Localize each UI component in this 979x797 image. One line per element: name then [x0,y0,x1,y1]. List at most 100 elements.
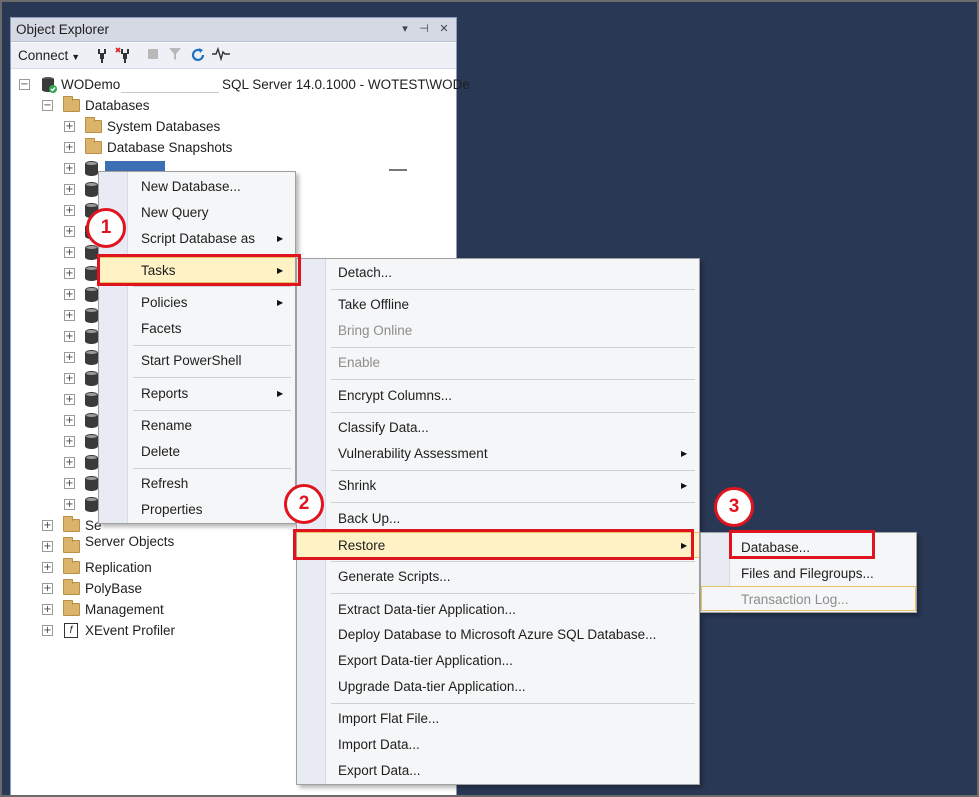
menu-separator [133,410,291,411]
expand-icon[interactable]: + [64,163,75,174]
menu-item-import-data[interactable]: Import Data... [297,732,699,758]
expand-icon[interactable]: + [42,520,53,531]
menu-item-transaction-log: Transaction Log... [701,586,916,611]
object-explorer-title: Object Explorer [16,22,110,37]
tree-node-user-database[interactable]: + [11,179,101,200]
menu-item-facets[interactable]: Facets [99,316,295,342]
expand-icon[interactable]: + [64,499,75,510]
menu-item-label: Export Data-tier Application... [338,653,513,668]
menu-item-label: Detach... [338,265,393,280]
close-icon[interactable]: ✕ [437,21,451,37]
stop-icon[interactable] [144,47,162,65]
menu-item-label: Encrypt Columns... [338,388,453,403]
expand-icon[interactable]: + [42,604,53,615]
folder-icon [63,579,80,595]
menu-item-deploy-azure[interactable]: Deploy Database to Microsoft Azure SQL D… [297,622,699,648]
disconnect-icon[interactable] [115,47,133,65]
folder-icon [85,138,102,154]
tree-node-user-database[interactable]: + [11,494,101,515]
folder-icon [63,537,80,553]
window-position-dropdown-icon[interactable]: ▾ [398,21,412,37]
tree-node-user-database[interactable]: + [11,305,101,326]
menu-item-take-offline[interactable]: Take Offline [297,292,699,318]
tree-node-user-database[interactable]: + [11,473,101,494]
menu-item-encrypt-columns[interactable]: Encrypt Columns... [297,383,699,409]
activity-monitor-icon[interactable] [212,46,230,65]
menu-item-generate-scripts[interactable]: Generate Scripts... [297,564,699,590]
menu-item-new-database[interactable]: New Database... [99,174,295,200]
tree-node-server[interactable]: − WODemo SQL Server 14.0.1000 - WOTEST\W… [11,74,470,95]
menu-item-files-filegroups[interactable]: Files and Filegroups... [701,561,916,587]
menu-item-export-data[interactable]: Export Data... [297,758,699,784]
menu-item-classify-data[interactable]: Classify Data... [297,415,699,441]
menu-item-policies[interactable]: Policies ▶ [99,290,295,316]
expand-icon[interactable]: + [42,583,53,594]
expand-icon[interactable]: + [64,373,75,384]
menu-item-shrink[interactable]: Shrink ▶ [297,473,699,499]
menu-item-start-powershell[interactable]: Start PowerShell [99,348,295,374]
expand-icon[interactable]: + [64,121,75,132]
menu-separator [133,286,291,287]
tree-node-user-database[interactable]: + [11,284,101,305]
menu-item-label: Generate Scripts... [338,569,451,584]
filter-icon[interactable] [166,47,184,65]
tree-node-user-database[interactable]: + [11,263,101,284]
tree-node-user-database[interactable]: + [11,452,101,473]
connect-button[interactable]: Connect ▼ [18,47,80,65]
menu-item-properties[interactable]: Properties [99,497,295,523]
expand-icon[interactable]: + [64,457,75,468]
menu-item-vulnerability-assessment[interactable]: Vulnerability Assessment ▶ [297,441,699,467]
expand-icon[interactable]: + [64,289,75,300]
expand-icon[interactable]: + [42,625,53,636]
menu-item-export-data-tier[interactable]: Export Data-tier Application... [297,648,699,674]
server-name-prefix: WODemo [61,77,121,92]
tree-node-databases[interactable]: − Databases [11,95,458,116]
expand-icon[interactable]: + [42,562,53,573]
tree-node-user-database[interactable]: + [11,389,101,410]
pin-icon[interactable]: ⊣ [417,21,431,37]
expand-icon[interactable]: + [64,331,75,342]
menu-item-import-flat-file[interactable]: Import Flat File... [297,706,699,732]
refresh-icon[interactable] [189,47,207,65]
menu-item-label: Start PowerShell [141,353,242,368]
tree-node-user-database[interactable]: + [11,431,101,452]
tree-node-database-snapshots[interactable]: + Database Snapshots [11,137,458,158]
expand-icon[interactable]: + [64,184,75,195]
menu-item-delete[interactable]: Delete [99,439,295,465]
tree-node-user-database[interactable]: + [11,242,101,263]
expand-icon[interactable]: + [64,226,75,237]
expand-icon[interactable]: + [64,394,75,405]
tree-label-databases: Databases [85,98,150,113]
tree-node-system-databases[interactable]: + System Databases [11,116,458,137]
menu-item-upgrade-data-tier[interactable]: Upgrade Data-tier Application... [297,674,699,700]
tree-node-user-database[interactable]: + [11,326,101,347]
expand-icon[interactable]: + [64,478,75,489]
database-icon [85,392,98,407]
expand-icon[interactable]: + [64,352,75,363]
menu-item-rename[interactable]: Rename [99,413,295,439]
expand-icon[interactable]: + [64,268,75,279]
submenu-arrow-icon: ▶ [277,234,284,243]
menu-item-refresh[interactable]: Refresh [99,471,295,497]
database-icon [85,287,98,302]
expand-icon[interactable]: + [64,415,75,426]
menu-item-reports[interactable]: Reports ▶ [99,381,295,407]
connect-icon[interactable] [93,47,111,65]
expand-icon[interactable]: + [64,205,75,216]
expand-icon[interactable]: + [64,142,75,153]
tree-node-user-database[interactable]: + [11,368,101,389]
tree-node-user-database[interactable]: + [11,410,101,431]
expand-icon[interactable]: + [64,247,75,258]
database-icon [85,455,98,470]
menu-item-new-query[interactable]: New Query [99,200,295,226]
tree-node-user-database[interactable]: + [11,347,101,368]
menu-item-script-database-as[interactable]: Script Database as ▶ [99,226,295,252]
expand-icon[interactable]: + [42,541,53,552]
menu-item-extract-data-tier[interactable]: Extract Data-tier Application... [297,597,699,623]
menu-item-detach[interactable]: Detach... [297,260,699,286]
expand-icon[interactable]: + [64,436,75,447]
collapse-icon[interactable]: − [19,79,30,90]
menu-item-label: Extract Data-tier Application... [338,602,516,617]
expand-icon[interactable]: + [64,310,75,321]
collapse-icon[interactable]: − [42,100,53,111]
